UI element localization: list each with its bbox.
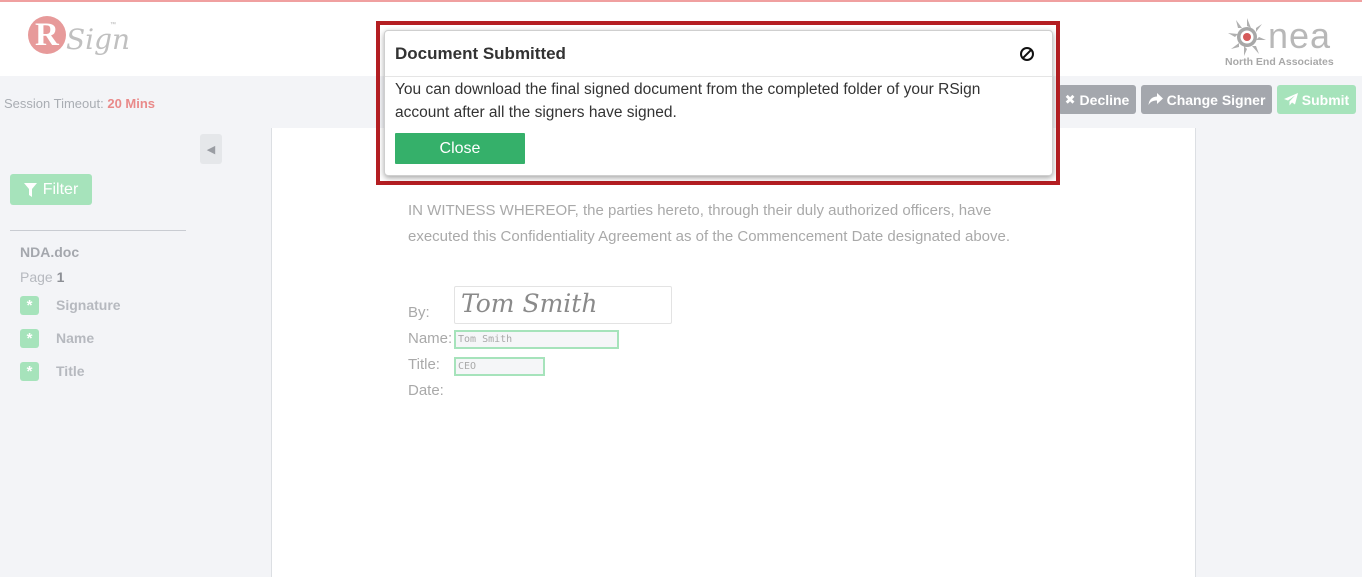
filter-button[interactable]: Filter: [10, 174, 92, 205]
change-signer-button-label: Change Signer: [1166, 91, 1266, 108]
change-signer-button[interactable]: Change Signer: [1141, 85, 1272, 114]
sidebar-field-title[interactable]: * Title: [20, 361, 85, 381]
dialog-message: You can download the final signed docume…: [395, 81, 981, 121]
name-label: Name:: [408, 330, 453, 347]
required-asterisk-icon: *: [20, 328, 39, 348]
rsign-logo-sign: Sign: [66, 23, 131, 56]
sidebar-field-label: Title: [56, 363, 85, 379]
submit-button[interactable]: Submit: [1277, 85, 1356, 114]
decline-button[interactable]: ✖ Decline: [1058, 85, 1136, 114]
signature-field[interactable]: Tom Smith: [454, 286, 672, 324]
sidebar-field-name[interactable]: * Name: [20, 328, 94, 348]
paper-plane-icon: [1283, 93, 1298, 106]
dialog-close-icon[interactable]: [1019, 46, 1035, 62]
collapse-sidebar-button[interactable]: ◀: [200, 134, 222, 164]
document-page: [271, 128, 1196, 577]
sidebar-field-label: Signature: [56, 297, 121, 313]
page-label: Page: [20, 269, 53, 285]
nea-swirl-icon: [1228, 18, 1266, 56]
name-field[interactable]: Tom Smith: [454, 330, 619, 349]
dialog-title: Document Submitted: [395, 44, 566, 63]
required-asterisk-icon: *: [20, 295, 39, 315]
caret-left-icon: ◀: [206, 143, 216, 156]
rsign-logo[interactable]: R Sign ™: [26, 14, 130, 66]
by-label: By:: [408, 304, 430, 321]
rsign-logo-r: R: [35, 17, 59, 53]
sidebar-field-label: Name: [56, 330, 95, 346]
submit-button-label: Submit: [1301, 91, 1350, 108]
required-asterisk-icon: *: [20, 361, 39, 381]
rsign-logo-tm: ™: [110, 22, 116, 28]
filter-funnel-icon: [23, 182, 37, 197]
document-submitted-dialog: Document Submitted You can download the …: [384, 30, 1053, 176]
date-label: Date:: [408, 382, 444, 399]
decline-button-label: Decline: [1079, 91, 1130, 108]
left-gutter: [196, 128, 272, 577]
partner-logo-subtitle: North End Associates: [1225, 56, 1334, 68]
partner-logo-text: nea: [1268, 15, 1332, 56]
title-label: Title:: [408, 356, 440, 373]
session-timeout-value: 20 Mins: [107, 96, 156, 111]
page-number: 1: [56, 269, 65, 285]
sidebar-field-signature[interactable]: * Signature: [20, 295, 121, 315]
right-gutter: [1196, 128, 1362, 577]
filter-button-label: Filter: [42, 180, 79, 198]
close-icon: ✖: [1064, 91, 1076, 107]
session-timeout: Session Timeout: 20 Mins: [4, 96, 155, 111]
share-arrow-icon: [1148, 93, 1163, 105]
partner-logo: nea North End Associates: [1222, 12, 1342, 70]
close-button[interactable]: Close: [395, 133, 525, 164]
field-sidebar: Filter NDA.doc Page 1 * Signature * Name…: [0, 128, 196, 577]
document-name[interactable]: NDA.doc: [20, 244, 79, 260]
dialog-header: Document Submitted: [385, 31, 1052, 77]
session-timeout-label: Session Timeout:: [4, 96, 104, 111]
signature-value: Tom Smith: [461, 289, 598, 318]
sidebar-divider: [10, 230, 186, 231]
title-field[interactable]: CEO: [454, 357, 545, 376]
witness-paragraph: IN WITNESS WHEREOF, the parties hereto, …: [408, 202, 1011, 245]
page-indicator[interactable]: Page 1: [20, 269, 64, 285]
